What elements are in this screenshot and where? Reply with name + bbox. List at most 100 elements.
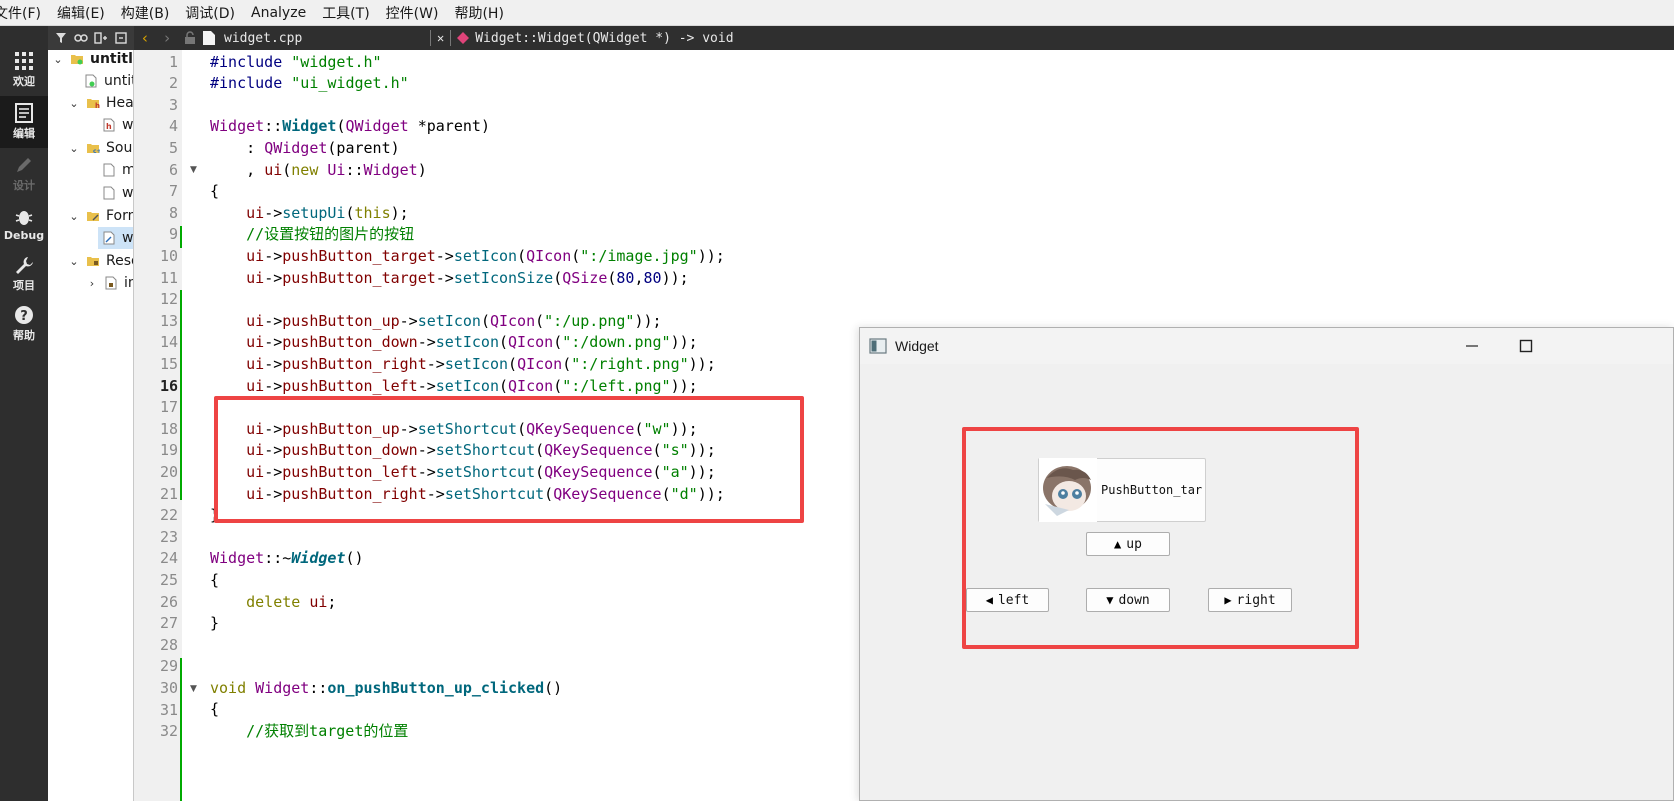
project-tree-toolbar xyxy=(48,26,134,50)
line-number: 10 xyxy=(159,247,178,265)
menu-debug[interactable]: 调试(D) xyxy=(177,3,243,23)
line-number: 18 xyxy=(159,419,178,438)
mode-help[interactable]: ? 帮助 xyxy=(0,298,48,350)
tab-separator xyxy=(430,30,431,46)
tree-item-project[interactable]: ⌄ untitle xyxy=(52,50,133,70)
tree-item-label: im xyxy=(124,275,133,291)
maximize-icon[interactable] xyxy=(1519,339,1533,353)
line-number: 14 xyxy=(159,333,178,352)
tree-item-label: m xyxy=(122,162,133,178)
split-icon[interactable] xyxy=(94,32,108,44)
menu-build[interactable]: 构建(B) xyxy=(113,3,178,23)
tree-item-widget-ui[interactable]: w xyxy=(98,227,133,249)
mode-projects[interactable]: 项目 xyxy=(0,248,48,300)
line-number: 22 xyxy=(159,506,178,525)
wrench-icon xyxy=(16,257,33,274)
svg-text:h: h xyxy=(95,102,100,110)
tree-item-header-file[interactable]: h w xyxy=(102,114,133,136)
change-marker xyxy=(180,658,182,801)
chevron-down-icon[interactable]: ⌄ xyxy=(68,255,80,268)
menu-help[interactable]: 帮助(H) xyxy=(446,3,511,23)
tree-item-qrc[interactable]: › im xyxy=(86,272,133,294)
line-number: 13 xyxy=(159,311,178,330)
code-line: { xyxy=(210,182,220,201)
window-app-icon xyxy=(869,338,887,354)
tree-item-sources[interactable]: ⌄ c+ Sour xyxy=(68,137,133,159)
open-file-name[interactable]: widget.cpp xyxy=(224,31,424,46)
code-line: ui->pushButton_target->setIcon(QIcon(":/… xyxy=(246,247,725,265)
tree-item-label: Forn xyxy=(106,208,134,224)
change-marker xyxy=(180,290,182,500)
chevron-down-icon[interactable]: ⌄ xyxy=(68,142,80,155)
menu-tools[interactable]: 工具(T) xyxy=(314,3,377,23)
menu-analyze[interactable]: Analyze xyxy=(243,5,314,21)
chevron-down-icon[interactable]: ⌄ xyxy=(68,210,80,223)
window-titlebar[interactable]: Widget xyxy=(860,328,1673,364)
close-file-icon[interactable]: ✕ xyxy=(437,31,444,45)
code-line: ui->pushButton_right->setIcon(QIcon(":/r… xyxy=(246,355,716,373)
mode-welcome[interactable]: 欢迎 xyxy=(0,44,48,96)
source-file-icon xyxy=(103,186,115,200)
line-number: 32 xyxy=(159,722,178,741)
mode-label: 设计 xyxy=(13,179,35,192)
mode-label: 帮助 xyxy=(13,329,35,342)
menu-bar: 文件(F) 编辑(E) 构建(B) 调试(D) Analyze 工具(T) 控件… xyxy=(0,0,1674,26)
minimize-icon[interactable] xyxy=(1465,339,1479,353)
line-number: 27 xyxy=(159,614,178,633)
forward-arrow-icon[interactable]: › xyxy=(156,29,178,47)
editor-tab-bar: ‹ › widget.cpp ✕ Widget::Widget(QWidget … xyxy=(134,26,1674,50)
lock-icon[interactable] xyxy=(184,31,196,45)
link-icon[interactable] xyxy=(74,32,88,44)
chevron-down-icon[interactable]: ⌄ xyxy=(52,53,64,66)
line-number: 4 xyxy=(168,117,178,136)
back-arrow-icon[interactable]: ‹ xyxy=(134,29,156,47)
code-line: } xyxy=(210,614,220,633)
filter-icon[interactable] xyxy=(55,32,67,44)
close-split-icon[interactable] xyxy=(115,32,127,44)
tree-item-label: w xyxy=(122,185,134,201)
mode-debug[interactable]: Debug xyxy=(0,198,48,250)
code-line: ui->pushButton_target->setIconSize(QSize… xyxy=(246,268,689,287)
tree-item-label: untitle xyxy=(90,51,133,67)
tree-item-widget-cpp[interactable]: w xyxy=(102,182,133,204)
code-line: { xyxy=(210,571,220,589)
tree-item-pro-file[interactable]: untit xyxy=(84,70,133,92)
mode-selector-bar: 欢迎 编辑 设计 Debug 项目 ? 帮助 xyxy=(0,26,48,801)
mode-design[interactable]: 设计 xyxy=(0,148,48,200)
mode-edit[interactable]: 编辑 xyxy=(0,96,48,148)
fold-marker-icon[interactable]: ▼ xyxy=(190,684,197,694)
forms-folder-icon xyxy=(87,212,99,221)
tree-item-headers[interactable]: ⌄ h Head xyxy=(68,92,133,114)
code-line: ui->pushButton_down->setIcon(QIcon(":/do… xyxy=(246,333,698,352)
code-line: , ui(new Ui::Widget) xyxy=(210,160,427,179)
line-number: 24 xyxy=(159,549,178,568)
line-number: 26 xyxy=(159,592,178,611)
mode-label: 编辑 xyxy=(13,127,35,140)
current-symbol[interactable]: Widget::Widget(QWidget *) -> void xyxy=(475,31,733,46)
tree-item-forms[interactable]: ⌄ Forn xyxy=(68,205,134,227)
fold-marker-icon[interactable]: ▼ xyxy=(190,165,197,175)
code-line: #include "widget.h" xyxy=(210,52,382,71)
mode-label: 欢迎 xyxy=(13,75,35,88)
header-file-icon: h xyxy=(103,118,115,132)
line-number: 6 xyxy=(168,160,178,179)
mode-label: 项目 xyxy=(13,279,35,292)
menu-edit[interactable]: 编辑(E) xyxy=(49,3,113,23)
widget-app-window: Widget PushButton_tar ▲ up ◀ left ▼ down… xyxy=(859,327,1674,801)
line-number: 28 xyxy=(159,635,178,654)
tree-item-main-cpp[interactable]: m xyxy=(102,159,133,181)
code-line: Widget::~Widget() xyxy=(210,549,364,568)
chevron-right-icon[interactable]: › xyxy=(86,277,98,290)
code-line: ui->setupUi(this); xyxy=(246,203,409,222)
line-number: 17 xyxy=(159,398,178,417)
svg-text:h: h xyxy=(106,122,112,131)
chevron-down-icon[interactable]: ⌄ xyxy=(68,97,80,110)
document-icon xyxy=(15,103,33,123)
project-tree: ⌄ untitle untit ⌄ h Head h w ⌄ c+ Sour m… xyxy=(48,50,134,801)
file-icon xyxy=(203,31,215,45)
code-line: : QWidget(parent) xyxy=(210,139,400,157)
menu-file[interactable]: 文件(F) xyxy=(0,3,49,23)
tree-item-resources[interactable]: ⌄ Reso xyxy=(68,250,133,272)
menu-controls[interactable]: 控件(W) xyxy=(378,3,447,23)
code-line: //获取到target的位置 xyxy=(246,721,409,740)
